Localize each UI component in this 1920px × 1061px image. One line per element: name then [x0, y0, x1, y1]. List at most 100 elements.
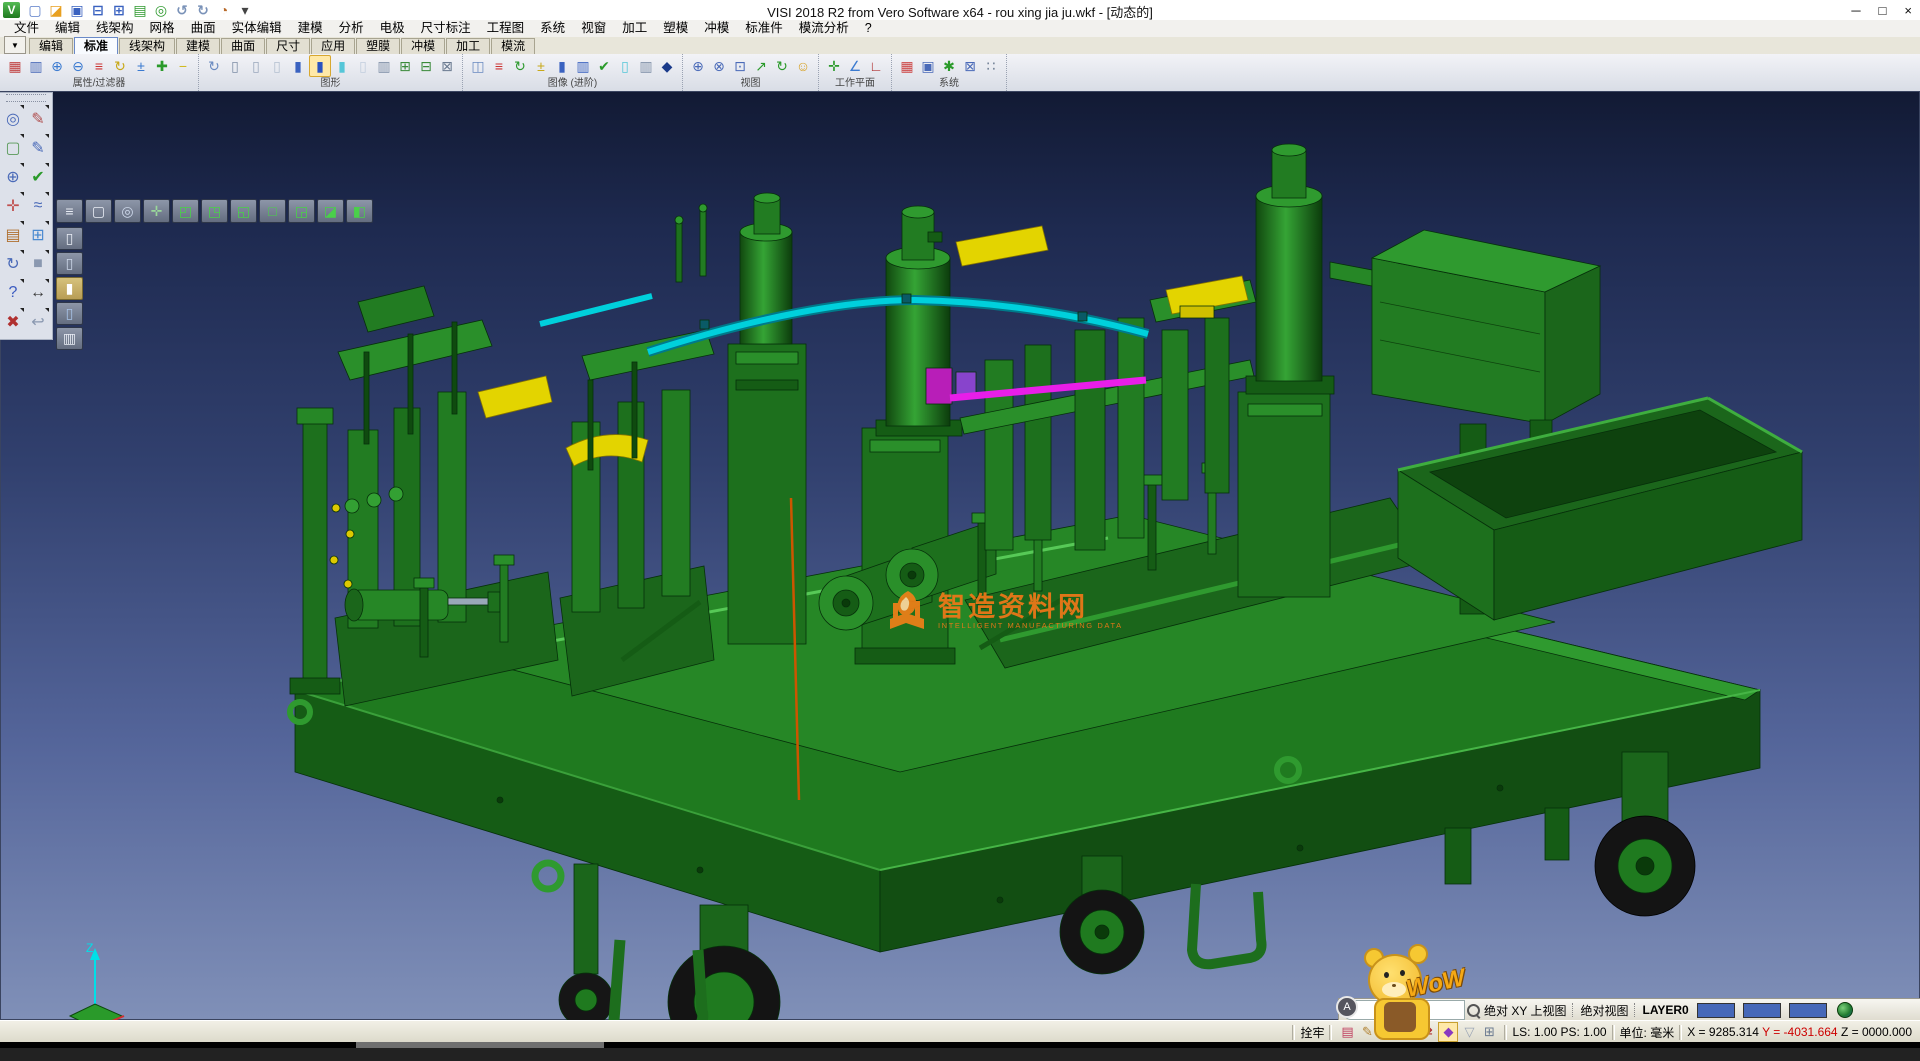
menu-item[interactable]: 尺寸标注 — [413, 20, 479, 37]
menu-item[interactable]: 塑模 — [655, 20, 696, 37]
confirm-icon[interactable]: ✔ — [26, 162, 50, 191]
shading-face-icon[interactable]: ☺ — [793, 56, 813, 76]
menu-item[interactable]: 分析 — [331, 20, 372, 37]
toolbar-tab[interactable]: 模流 — [491, 38, 535, 54]
zoom-plus-icon[interactable]: ⊕ — [688, 56, 708, 76]
hatched-display-icon[interactable]: ▥ — [374, 56, 394, 76]
shaded-display-icon[interactable]: ▮ — [288, 56, 308, 76]
grid-window-icon[interactable]: ⊞ — [26, 220, 50, 249]
display-tools-icon[interactable]: ⊠ — [437, 56, 457, 76]
redo-icon[interactable]: ↻ — [194, 2, 212, 19]
hide-all-icon[interactable]: − — [173, 56, 193, 76]
menu-item[interactable]: 编辑 — [47, 20, 88, 37]
delete-entity-icon[interactable]: ✖ — [1, 307, 25, 336]
dynamic-pan-icon[interactable]: ↗ — [751, 56, 771, 76]
print-icon[interactable]: ▤ — [131, 2, 149, 19]
toolbar-tab[interactable]: 编辑 — [29, 38, 73, 54]
menu-item[interactable]: 实体编辑 — [224, 20, 290, 37]
zoom-dynamic-icon[interactable]: ◎ — [114, 199, 141, 223]
toolbar-tab[interactable]: 曲面 — [221, 38, 265, 54]
print-preview-icon[interactable]: ◎ — [152, 2, 170, 19]
zoom-previous-icon[interactable]: ⊗ — [709, 56, 729, 76]
new-file-icon[interactable]: ▢ — [26, 2, 44, 19]
show-entity-icon[interactable]: ⊕ — [47, 56, 67, 76]
axonometric-axes-icon[interactable]: ✛ — [143, 199, 170, 223]
layer-color-swatch[interactable] — [1743, 1003, 1781, 1018]
menu-item[interactable]: 线架构 — [88, 20, 142, 37]
filter-traffic-light-icon[interactable]: ≡ — [89, 56, 109, 76]
regen-graphics-icon[interactable]: ↻ — [204, 56, 224, 76]
workplane-view-icon[interactable]: ∟ — [866, 56, 886, 76]
zoom-fit-icon[interactable]: ▢ — [85, 199, 112, 223]
shaded-cube-icon[interactable]: ■ — [26, 249, 50, 278]
wireframe-mode-icon[interactable]: ▯ — [56, 227, 83, 250]
menu-item[interactable]: 电极 — [372, 20, 413, 37]
rotate-view-icon[interactable]: ↻ — [772, 56, 792, 76]
adv-hatched-cylinder-icon[interactable]: ▥ — [636, 56, 656, 76]
toolbar-tab[interactable]: 冲模 — [401, 38, 445, 54]
layer-manager-icon[interactable]: ≡ — [56, 199, 83, 223]
layer-color-swatch[interactable] — [1697, 1003, 1735, 1018]
transparent-display-icon[interactable]: ▮ — [332, 56, 352, 76]
units-label[interactable]: 单位: 毫米 — [1620, 1024, 1675, 1041]
edit-attributes-icon[interactable]: ▦ — [5, 56, 25, 76]
toolbar-tab[interactable]: 应用 — [311, 38, 355, 54]
view-top-icon[interactable]: ◰ — [172, 199, 199, 223]
menu-item[interactable]: 建模 — [290, 20, 331, 37]
adv-shaded-cylinder-icon[interactable]: ▮ — [552, 56, 572, 76]
view-back-icon[interactable]: ◪ — [317, 199, 344, 223]
refresh-filter-icon[interactable]: ↻ — [110, 56, 130, 76]
window-state-icon[interactable]: ⊞ — [1480, 1023, 1498, 1041]
snap-settings-icon[interactable]: ∷ — [981, 56, 1001, 76]
toolbar-tab[interactable]: 标准 — [74, 37, 118, 54]
system-tools-icon[interactable]: ✱ — [939, 56, 959, 76]
spline-edit-icon[interactable]: ≈ — [26, 191, 50, 220]
ucs-axes-icon[interactable]: ✛ — [1, 191, 25, 220]
menu-item[interactable]: 加工 — [614, 20, 655, 37]
adv-ghost-cylinder-icon[interactable]: ▯ — [615, 56, 635, 76]
menu-item[interactable]: 冲模 — [696, 20, 737, 37]
hidden-line-mode-icon[interactable]: ▯ — [56, 252, 83, 275]
shaded-mode-icon[interactable]: ▮ — [56, 277, 83, 300]
undo-icon[interactable]: ↺ — [173, 2, 191, 19]
toolbar-tab[interactable]: 建模 — [176, 38, 220, 54]
adv-refresh-icon[interactable]: ↻ — [510, 56, 530, 76]
viewport-3d[interactable]: ≡▢◎✛◰◳◱□◲◪◧ ▯▯▮▯▥ Z Y 智造资料网 INTELLIGENT … — [0, 91, 1920, 1020]
show-all-icon[interactable]: ✚ — [152, 56, 172, 76]
view-front-icon[interactable]: ◱ — [230, 199, 257, 223]
adv-striped-cylinder-icon[interactable]: ▥ — [573, 56, 593, 76]
menu-item[interactable]: ? — [857, 20, 880, 37]
view-mode-label[interactable]: 绝对 XY 上视图 — [1484, 1002, 1566, 1019]
system-monitor-icon[interactable]: ▣ — [918, 56, 938, 76]
zoom-one-to-one-icon[interactable]: ⊡ — [730, 56, 750, 76]
shaded-edges-display-icon[interactable]: ▮ — [309, 55, 331, 77]
attribute-library-icon[interactable]: ▤ — [1, 220, 25, 249]
save-icon[interactable]: ▣ — [68, 2, 86, 19]
zoom-solid-icon[interactable]: ⊕ — [1, 162, 25, 191]
selection-filter-icon[interactable]: ◎ — [1, 104, 25, 133]
view-iso-icon[interactable]: ◳ — [201, 199, 228, 223]
adv-toggle-icon[interactable]: ± — [531, 56, 551, 76]
view-right-icon[interactable]: ◲ — [288, 199, 315, 223]
layer-color-swatch[interactable] — [1789, 1003, 1827, 1018]
flat-display-icon[interactable]: ▯ — [353, 56, 373, 76]
analysis-mode-icon[interactable]: ▥ — [56, 327, 83, 350]
dashed-hidden-display-icon[interactable]: ▯ — [267, 56, 287, 76]
snap-lock-label[interactable]: 拴牢 — [1300, 1024, 1324, 1041]
panel-grip[interactable] — [6, 94, 46, 102]
absolute-view-label[interactable]: 绝对视图 — [1580, 1002, 1628, 1019]
undo-last-icon[interactable]: ↩ — [26, 307, 50, 336]
workplane-create-icon[interactable]: ✛ — [824, 56, 844, 76]
wireframe-display-icon[interactable]: ▯ — [225, 56, 245, 76]
layer-label[interactable]: LAYER0 — [1642, 1003, 1688, 1017]
hidden-line-display-icon[interactable]: ▯ — [246, 56, 266, 76]
taskbar-app-button[interactable] — [356, 1042, 604, 1048]
hide-entity-icon[interactable]: ⊖ — [68, 56, 88, 76]
menu-item[interactable]: 文件 — [6, 20, 47, 37]
toolbar-options-icon[interactable]: ▾ — [236, 2, 254, 19]
toolbar-tab[interactable]: 加工 — [446, 38, 490, 54]
minimize-button[interactable]: ─ — [1851, 3, 1860, 18]
restore-button[interactable]: □ — [1879, 3, 1887, 18]
frame-select-icon[interactable]: ▢ — [1, 133, 25, 162]
erase-edit-icon[interactable]: ✎ — [26, 104, 50, 133]
